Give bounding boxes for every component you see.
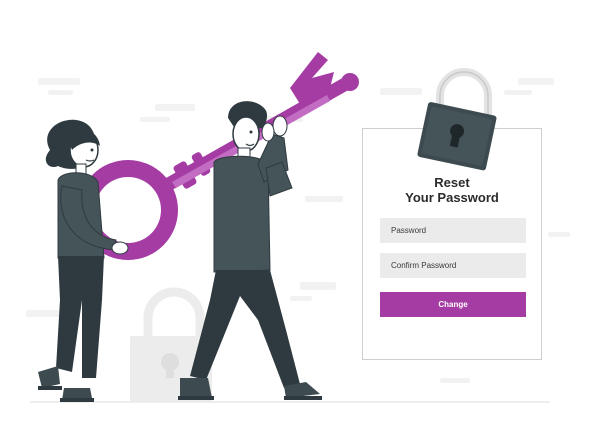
card-title: Reset Your Password [363,175,541,205]
password-field[interactable]: Password [380,218,526,243]
reset-password-card: Reset Your Password Password Confirm Pas… [362,128,542,360]
confirm-password-field[interactable]: Confirm Password [380,253,526,278]
reset-password-illustration: Reset Your Password Password Confirm Pas… [0,0,597,427]
confirm-password-placeholder: Confirm Password [391,261,457,270]
card-title-line2: Your Password [405,190,499,205]
password-placeholder: Password [391,226,427,235]
man-figure [178,101,322,400]
card-title-line1: Reset [434,175,470,190]
change-button[interactable]: Change [380,292,526,317]
